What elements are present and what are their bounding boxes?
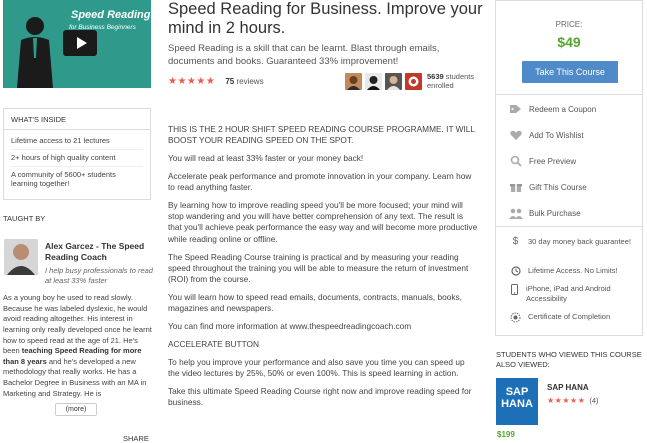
instructor-avatar[interactable] [4,239,38,275]
dollar-icon: $ [512,236,519,247]
also-viewed-course-name[interactable]: SAP HANA [547,383,589,392]
course-subtitle: Speed Reading is a skill that can be lea… [168,43,440,67]
review-number: 75 [225,77,235,86]
also-viewed-price: $199 [497,430,515,439]
free-preview-link[interactable]: Free Preview [509,155,576,167]
money-back-label: 30 day money back guarantee! [528,237,631,246]
mobile-accessibility-label: iPhone, iPad and Android Accessibility [526,284,611,304]
price-label: PRICE: [555,20,583,29]
add-to-wishlist-link[interactable]: Add To Wishlist [509,129,584,141]
student-avatar[interactable] [345,73,362,91]
gift-course-label: Gift This Course [529,182,587,192]
certificate-icon [509,312,522,326]
bulk-purchase-label: Bulk Purchase [529,208,581,218]
phone-icon [509,284,520,298]
also-viewed-stars: ★★★★★ [547,396,586,405]
sidebar-divider [496,226,642,227]
sap-hana-logo[interactable]: SAP HANA [496,378,538,425]
description-paragraph: You will learn how to speed read emails,… [168,291,462,314]
clock-icon [509,266,522,279]
money-back-guarantee: $ 30 day money back guarantee! [509,237,634,247]
play-icon [76,37,87,49]
heart-icon [509,129,523,141]
instructor-name[interactable]: Alex Garcez - The Speed Reading Coach [45,241,155,264]
student-count: 5639 students enrolled [427,72,474,90]
whats-inside-item: Lifetime access to 21 lectures [11,133,143,150]
student-avatar[interactable] [365,73,382,91]
description-paragraph: ACCELERATE BUTTON [168,338,259,349]
instructor-tagline: I help busy professionals to read at lea… [45,266,153,285]
also-viewed-rating: ★★★★★ (4) [547,396,599,405]
magnifier-icon [509,155,523,167]
student-avatar[interactable] [385,73,402,91]
take-course-button[interactable]: Take This Course [522,61,618,83]
lifetime-access: Lifetime Access. No Limits! [509,266,634,279]
bio-more-button[interactable]: (more) [55,403,97,416]
certificate: Certificate of Completion [509,312,634,326]
course-title: Speed Reading for Business. Improve your… [168,0,483,37]
whats-inside-item: A community of 5600+ students learning t… [11,169,116,189]
sidebar-divider [496,94,642,95]
thumbnail-title: Speed Reading [71,9,151,21]
description-link-paragraph[interactable]: You can find more information at www.the… [168,321,478,332]
description-paragraph: Take this ultimate Speed Reading Course … [168,385,472,407]
course-price: $49 [557,34,581,50]
purchase-sidebar: PRICE: $49 Take This Course Redeem a Cou… [495,0,643,336]
whats-inside-item: 2+ hours of high quality content [11,150,143,167]
instructor-photo-icon [4,239,38,275]
also-viewed-heading: Students who viewed this course also vie… [496,350,642,370]
rating-stars: ★★★★★ [168,76,216,87]
course-rating: ★★★★★ 75 reviews [168,76,264,87]
student-avatar[interactable] [405,73,422,91]
enrolled-students: 5639 students enrolled [345,72,474,91]
description-paragraph: By learning how to improve reading speed… [168,199,478,244]
taught-by-heading: Taught by [3,214,46,223]
redeem-coupon-link[interactable]: Redeem a Coupon [509,103,596,115]
sap-logo-text: SAP HANA [501,386,533,410]
course-description: THIS IS THE 2 HOUR SHIFT SPEED READING C… [168,124,478,415]
lifetime-access-label: Lifetime Access. No Limits! [528,266,618,275]
description-paragraph: To help you improve your performance and… [168,356,465,378]
tag-icon [509,103,523,115]
whats-inside-heading: What's inside [4,109,150,130]
whats-inside-panel: What's inside Lifetime access to 21 lect… [3,108,151,200]
gift-course-link[interactable]: Gift This Course [509,181,587,193]
play-button[interactable] [63,30,97,56]
speaker-figure-icon [17,17,53,88]
description-paragraph: Accelerate peak performance and promote … [168,170,472,193]
gift-icon [509,181,523,193]
reviews-label: reviews [236,77,264,86]
also-viewed-review-count: (4) [589,396,599,405]
people-icon [509,207,523,219]
share-label[interactable]: SHARE [123,434,149,443]
review-count[interactable]: 75 reviews [225,77,263,86]
description-paragraph: You will read at least 33% faster or you… [168,153,364,164]
description-paragraph: The Speed Reading Course training is pra… [168,251,469,285]
enrolled-label: enrolled [427,80,454,90]
free-preview-label: Free Preview [529,156,577,166]
add-to-wishlist-label: Add To Wishlist [529,130,584,140]
certificate-label: Certificate of Completion [528,312,611,321]
description-paragraph: THIS IS THE 2 HOUR SHIFT SPEED READING C… [168,124,475,146]
mobile-accessibility: iPhone, iPad and Android Accessibility [509,284,634,304]
course-video-thumbnail[interactable]: Speed Reading for Business Beginners Cou… [3,0,151,88]
instructor-bio: As a young boy he used to read slowly. B… [3,293,153,411]
redeem-coupon-label: Redeem a Coupon [529,104,597,114]
bulk-purchase-link[interactable]: Bulk Purchase [509,207,581,219]
